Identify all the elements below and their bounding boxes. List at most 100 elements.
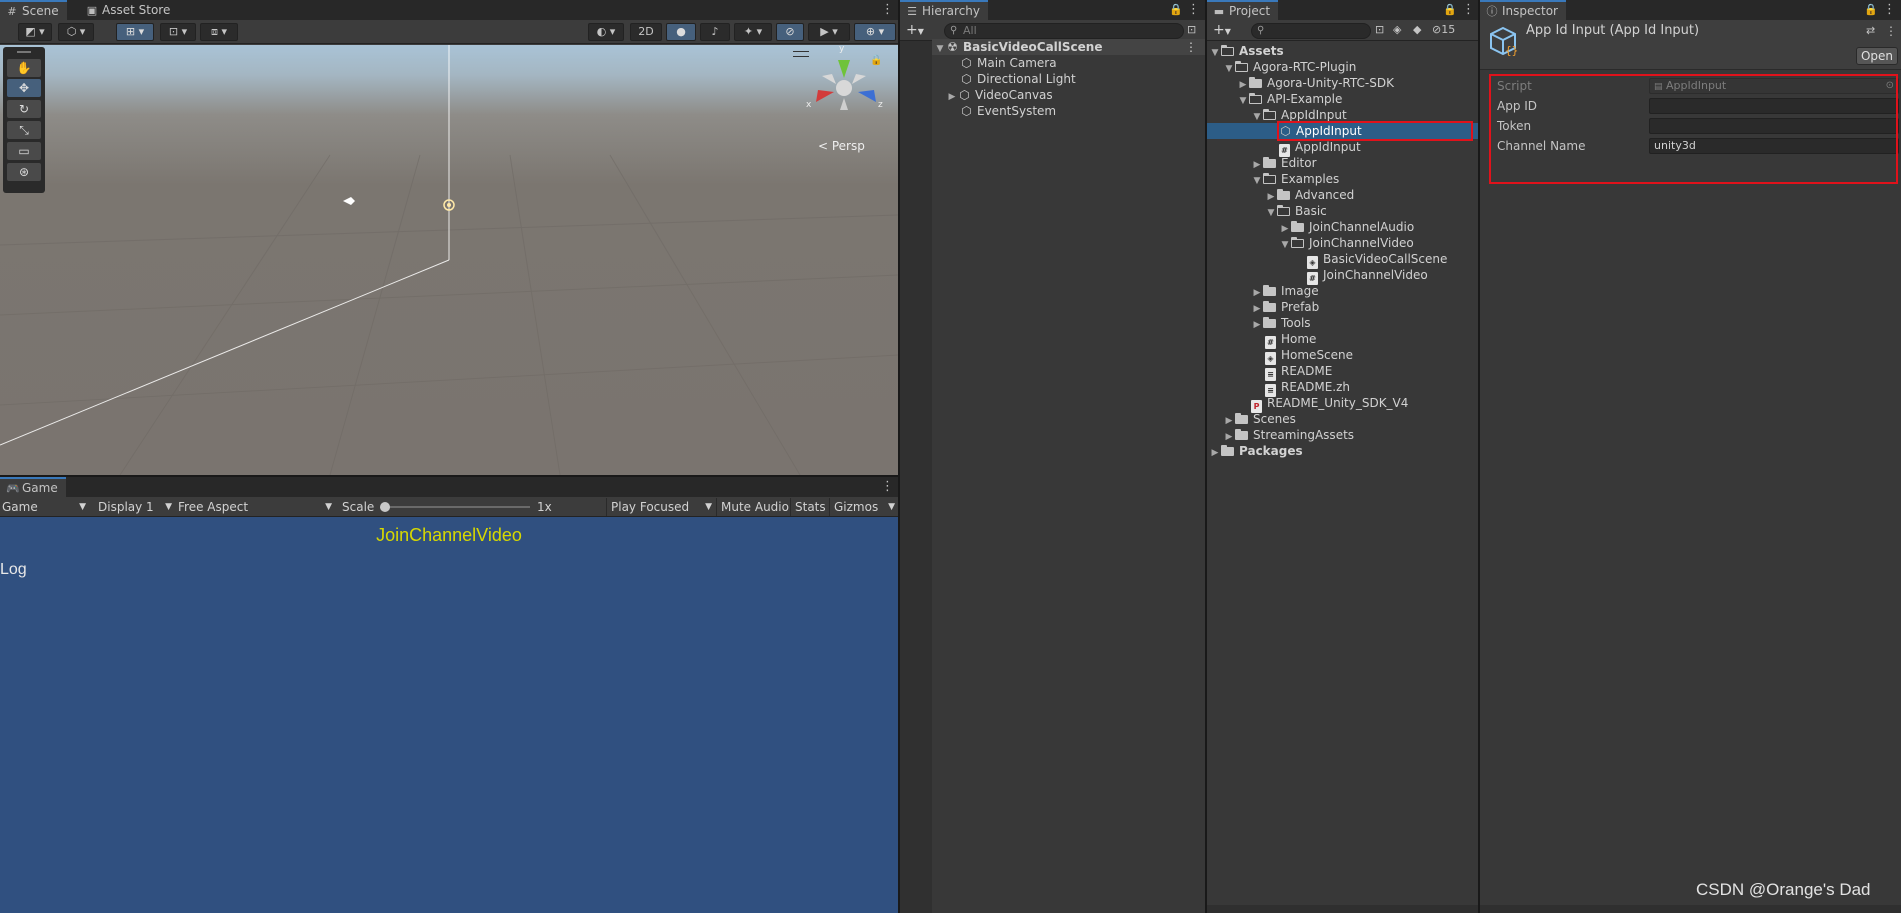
scene-more-icon[interactable]: ⋮ — [881, 2, 894, 18]
tab-asset-store[interactable]: ▣ Asset Store — [80, 0, 178, 20]
render-mode-button[interactable]: ⬡ ▾ — [58, 23, 94, 41]
game-more-icon[interactable]: ⋮ — [881, 479, 894, 495]
grid-snap-button[interactable]: ⊞ ▾ — [116, 23, 154, 41]
hand-tool-icon[interactable]: ✋ — [7, 59, 41, 77]
project-item-basic[interactable]: ▼ Basic — [1265, 203, 1327, 219]
hierarchy-search-input[interactable]: ⚲ All — [944, 23, 1184, 39]
inspector-more-icon[interactable]: ⋮ — [1883, 2, 1896, 18]
transform-tool-icon[interactable]: ⊛ — [7, 163, 41, 181]
project-item-prefab[interactable]: ▶ Prefab — [1251, 299, 1320, 315]
scale-slider[interactable] — [380, 502, 530, 512]
expand-triangle-icon[interactable]: ▶ — [1209, 445, 1221, 461]
persp-label[interactable]: < Persp — [818, 139, 865, 153]
inspector-lock-icon[interactable]: 🔒 — [1864, 2, 1878, 18]
effects-toggle-icon[interactable]: ✦ ▾ — [734, 23, 772, 41]
project-item-readme-zh[interactable]: ≡ README.zh — [1265, 379, 1350, 397]
expand-triangle-icon[interactable]: ▼ — [934, 41, 946, 57]
project-item-readme[interactable]: ≡ README — [1265, 363, 1332, 381]
project-item-appidinput-script[interactable]: # AppIdInput — [1279, 139, 1361, 157]
hierarchy-lock-icon[interactable]: 🔒 — [1169, 2, 1183, 18]
header-settings-icon[interactable]: ⇄ — [1866, 24, 1875, 37]
tab-inspector[interactable]: ⓘ Inspector — [1480, 0, 1566, 20]
hierarchy-item-main-camera[interactable]: ⬡ Main Camera — [960, 55, 1056, 71]
hierarchy-item-eventsystem[interactable]: ⬡ EventSystem — [960, 103, 1056, 119]
display-dropdown[interactable]: Display 1 ▼ — [98, 498, 174, 516]
project-item-image[interactable]: ▶ Image — [1251, 283, 1319, 299]
project-item-readme-unity-sdk-v4[interactable]: P README_Unity_SDK_V4 — [1251, 395, 1408, 413]
scale-tool-icon[interactable]: ⤡ — [7, 121, 41, 139]
hidden-objects-icon[interactable]: ⊘ — [776, 23, 804, 41]
tab-project[interactable]: ▬ Project — [1207, 0, 1279, 20]
tab-scene[interactable]: # Scene — [0, 0, 67, 20]
stats-button[interactable]: Stats — [790, 498, 826, 516]
gizmos-toggle-icon[interactable]: ⊕ ▾ — [854, 23, 896, 41]
hierarchy-more-icon[interactable]: ⋮ — [1187, 2, 1200, 18]
project-item-joinchannelvideo-script[interactable]: # JoinChannelVideo — [1307, 267, 1428, 285]
toggle-2d-button[interactable]: 2D — [630, 23, 662, 41]
search-by-type-icon[interactable]: ⊡ — [1375, 23, 1384, 36]
project-item-packages[interactable]: ▶ Packages — [1209, 443, 1303, 459]
draw-mode-button[interactable]: ◩ ▾ — [18, 23, 52, 41]
project-item-basicvideocallscene[interactable]: ◈ BasicVideoCallScene — [1307, 251, 1447, 269]
expand-triangle-icon[interactable]: ▼ — [1265, 205, 1277, 221]
play-mode-dropdown[interactable]: Play Focused ▼ — [606, 498, 714, 516]
expand-triangle-icon[interactable]: ▼ — [1251, 173, 1263, 189]
audio-toggle-icon[interactable]: ♪ — [700, 23, 730, 41]
project-item-assets[interactable]: ▼ Assets — [1209, 43, 1284, 59]
project-item-joinchannelaudio[interactable]: ▶ JoinChannelAudio — [1279, 219, 1415, 235]
expand-triangle-icon[interactable]: ▶ — [1251, 317, 1263, 333]
aspect-dropdown[interactable]: Free Aspect ▼ — [178, 498, 334, 516]
expand-triangle-icon[interactable]: ▶ — [946, 89, 958, 105]
project-item-advanced[interactable]: ▶ Advanced — [1265, 187, 1355, 203]
project-lock-icon[interactable]: 🔒 — [1443, 2, 1457, 18]
move-tool-icon[interactable]: ✥ — [7, 79, 41, 97]
project-item-agora-unity-rtc-sdk[interactable]: ▶ Agora-Unity-RTC-SDK — [1237, 75, 1394, 91]
gizmos-dropdown[interactable]: Gizmos ▼ — [829, 498, 897, 516]
hierarchy-item-videocanvas[interactable]: ▶ ⬡ VideoCanvas — [946, 87, 1053, 103]
project-item-editor[interactable]: ▶ Editor — [1251, 155, 1317, 171]
hierarchy-item-directional-light[interactable]: ⬡ Directional Light — [960, 71, 1075, 87]
project-item-streamingassets[interactable]: ▶ StreamingAssets — [1223, 427, 1355, 443]
scene-viewport[interactable]: ✋ ✥ ↻ ⤡ ▭ ⊛ y x z 🔒 < Persp — [0, 45, 898, 475]
game-view-dropdown[interactable]: Game ▼ — [2, 498, 88, 516]
lighting-toggle-icon[interactable]: ● — [666, 23, 696, 41]
scene-lock-icon[interactable]: 🔒 — [870, 55, 882, 66]
expand-triangle-icon[interactable]: ▼ — [1237, 93, 1249, 109]
scene-row-more-icon[interactable]: ⋮ — [1185, 39, 1197, 55]
scene-root-row[interactable]: ▼ ☢ BasicVideoCallScene ⋮ — [932, 39, 1205, 55]
hidden-packages-icon[interactable]: ⊘15 — [1432, 23, 1455, 36]
header-more-icon[interactable]: ⋮ — [1885, 24, 1897, 38]
expand-triangle-icon[interactable]: ▼ — [1279, 237, 1291, 253]
project-item-home[interactable]: # Home — [1265, 331, 1316, 349]
rotate-tool-icon[interactable]: ↻ — [7, 100, 41, 118]
expand-triangle-icon[interactable]: ▼ — [1209, 45, 1221, 61]
grid-visibility-button[interactable]: ⧈ ▾ — [200, 23, 238, 41]
project-item-tools[interactable]: ▶ Tools — [1251, 315, 1311, 331]
rect-tool-icon[interactable]: ▭ — [7, 142, 41, 160]
project-more-icon[interactable]: ⋮ — [1462, 2, 1475, 18]
filter-by-label-icon[interactable]: ◆ — [1413, 23, 1421, 36]
tab-game[interactable]: 🎮 Game — [0, 477, 66, 497]
expand-triangle-icon[interactable]: ▼ — [1223, 61, 1235, 77]
expand-triangle-icon[interactable]: ▼ — [1251, 109, 1263, 125]
mute-audio-button[interactable]: Mute Audio — [716, 498, 789, 516]
create-asset-button[interactable]: +▼ — [1213, 21, 1239, 39]
increment-snap-button[interactable]: ⊡ ▾ — [160, 23, 196, 41]
project-item-joinchannelvideo-folder[interactable]: ▼ JoinChannelVideo — [1279, 235, 1414, 251]
shading-mode-button[interactable]: ◐ ▾ — [588, 23, 624, 41]
camera-settings-icon[interactable]: ▶ ▾ — [808, 23, 850, 41]
scene-menu-icon[interactable] — [793, 51, 809, 57]
palette-drag-handle[interactable] — [17, 51, 31, 53]
project-item-api-example[interactable]: ▼ API-Example — [1237, 91, 1343, 109]
scale-slider-handle[interactable] — [380, 502, 390, 512]
project-item-scenes[interactable]: ▶ Scenes — [1223, 411, 1296, 427]
tab-hierarchy[interactable]: ☰ Hierarchy — [900, 0, 989, 20]
project-item-examples[interactable]: ▼ Examples — [1251, 171, 1340, 189]
filter-by-type-icon[interactable]: ◈ — [1393, 23, 1401, 36]
open-button[interactable]: Open — [1856, 47, 1898, 65]
project-item-homescene[interactable]: ◈ HomeScene — [1265, 347, 1353, 365]
project-item-agora-rtc-plugin[interactable]: ▼ Agora-RTC-Plugin — [1223, 59, 1357, 77]
add-object-button[interactable]: +▼ — [906, 21, 932, 39]
scene-visibility-icon[interactable]: ⊡ — [1187, 23, 1196, 36]
project-search-input[interactable]: ⚲ — [1251, 23, 1371, 39]
